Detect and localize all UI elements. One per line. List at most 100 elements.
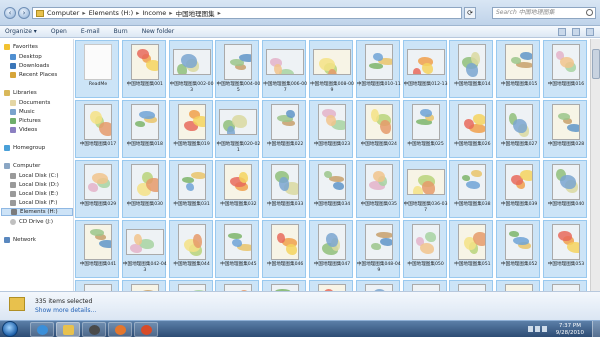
file-item[interactable]: [121, 280, 166, 291]
file-item[interactable]: 中国地理图集047: [309, 220, 353, 278]
file-item[interactable]: 中国地理图集017: [75, 100, 119, 158]
crumb-income[interactable]: Income: [142, 9, 166, 17]
refresh-button[interactable]: ⟳: [464, 7, 476, 19]
burn-button[interactable]: Burn: [114, 28, 128, 35]
tray-volume-icon[interactable]: [542, 326, 547, 332]
file-item[interactable]: 中国地理图集001: [121, 40, 166, 98]
file-item[interactable]: 中国地理图集032: [215, 160, 260, 218]
file-item[interactable]: 中国地理图集018: [121, 100, 166, 158]
file-item[interactable]: 中国地理图集012-13: [402, 40, 448, 98]
show-desktop-button[interactable]: [592, 321, 600, 337]
file-item[interactable]: 中国地理图集010-11: [355, 40, 401, 98]
taskbar-explorer[interactable]: [56, 322, 80, 337]
file-item[interactable]: [543, 280, 587, 291]
tray-flag-icon[interactable]: [528, 326, 533, 332]
file-item[interactable]: 中国地理图集002-003: [168, 40, 214, 98]
address-field[interactable]: Computer ▸ Elements (H:) ▸ Income ▸ 中国地理图集 ▸: [32, 7, 462, 19]
file-item[interactable]: 中国地理图集046: [262, 220, 307, 278]
search-input[interactable]: Search 中国地理图集: [492, 7, 596, 19]
file-item[interactable]: 中国地理图集030: [121, 160, 166, 218]
nav-disk-c[interactable]: Local Disk (C:): [10, 172, 59, 180]
nav-music[interactable]: Music: [10, 108, 35, 116]
file-item[interactable]: 中国地理图集027: [496, 100, 541, 158]
file-item[interactable]: [262, 280, 307, 291]
file-item[interactable]: 中国地理图集014: [449, 40, 494, 98]
view-options-icon[interactable]: [558, 28, 566, 36]
file-item[interactable]: [496, 280, 541, 291]
taskbar-firefox[interactable]: [108, 322, 132, 337]
file-item[interactable]: [168, 280, 213, 291]
nav-network[interactable]: Network: [4, 236, 36, 244]
file-item[interactable]: 中国地理图集053: [543, 220, 587, 278]
clock[interactable]: 7:37 PM 9/28/2010: [556, 323, 584, 336]
nav-computer[interactable]: Computer: [4, 162, 40, 170]
tray-network-icon[interactable]: [535, 326, 540, 332]
nav-recent[interactable]: Recent Places: [10, 71, 57, 79]
file-item[interactable]: 中国地理图集031: [168, 160, 213, 218]
nav-elements[interactable]: Elements (H:): [1, 208, 73, 216]
file-item[interactable]: 中国地理图集029: [75, 160, 119, 218]
nav-cd[interactable]: CD Drive (J:): [10, 218, 53, 226]
scrollbar-thumb[interactable]: [592, 49, 600, 79]
vertical-scrollbar[interactable]: [590, 39, 600, 291]
nav-downloads[interactable]: Downloads: [10, 62, 49, 70]
nav-libraries[interactable]: Libraries: [4, 89, 37, 97]
file-item[interactable]: 中国地理图集022: [262, 100, 307, 158]
show-more-details-link[interactable]: Show more details...: [35, 307, 96, 314]
crumb-atlas[interactable]: 中国地理图集: [176, 8, 215, 18]
file-readme[interactable]: ReadMe: [75, 40, 119, 98]
crumb-computer[interactable]: Computer: [47, 9, 79, 17]
help-icon[interactable]: [586, 28, 594, 36]
file-item[interactable]: 中国地理图集052: [496, 220, 541, 278]
nav-homegroup[interactable]: Homegroup: [4, 144, 45, 152]
file-item[interactable]: 中国地理图集050: [402, 220, 447, 278]
new-folder-button[interactable]: New folder: [142, 28, 174, 35]
nav-documents[interactable]: Documents: [10, 99, 50, 107]
file-item[interactable]: 中国地理图集015: [496, 40, 541, 98]
nav-favorites[interactable]: Favorites: [4, 43, 38, 51]
open-button[interactable]: Open: [51, 28, 67, 35]
nav-desktop[interactable]: Desktop: [10, 53, 42, 61]
file-item[interactable]: 中国地理图集008-009: [309, 40, 354, 98]
nav-pictures[interactable]: Pictures: [10, 117, 41, 125]
nav-videos[interactable]: Videos: [10, 126, 37, 134]
file-item[interactable]: 中国地理图集048-049: [355, 220, 401, 278]
file-item[interactable]: 中国地理图集042-043: [121, 220, 167, 278]
file-item[interactable]: 中国地理图集026: [449, 100, 494, 158]
file-item[interactable]: 中国地理图集041: [75, 220, 119, 278]
nav-disk-f[interactable]: Local Disk (F:): [10, 199, 57, 207]
file-item[interactable]: 中国地理图集023: [309, 100, 353, 158]
file-item[interactable]: [215, 280, 260, 291]
forward-button[interactable]: ›: [18, 7, 30, 19]
email-button[interactable]: E-mail: [81, 28, 100, 35]
file-item[interactable]: 中国地理图集024: [355, 100, 400, 158]
crumb-elements[interactable]: Elements (H:): [89, 9, 134, 17]
file-item[interactable]: 中国地理图集033: [262, 160, 307, 218]
file-item[interactable]: 中国地理图集051: [449, 220, 494, 278]
file-item[interactable]: 中国地理图集044: [168, 220, 213, 278]
file-item[interactable]: 中国地理图集006-007: [262, 40, 307, 98]
nav-disk-d[interactable]: Local Disk (D:): [10, 181, 59, 189]
file-item[interactable]: 中国地理图集034: [309, 160, 353, 218]
file-item[interactable]: 中国地理图集028: [543, 100, 587, 158]
file-item[interactable]: 中国地理图集045: [215, 220, 260, 278]
file-item[interactable]: 中国地理图集016: [543, 40, 587, 98]
taskbar-app[interactable]: [82, 322, 106, 337]
file-item[interactable]: [75, 280, 119, 291]
file-item[interactable]: 中国地理图集025: [402, 100, 447, 158]
organize-button[interactable]: Organize ▾: [5, 28, 37, 35]
preview-pane-icon[interactable]: [572, 28, 580, 36]
file-item[interactable]: 中国地理图集004-005: [215, 40, 260, 98]
file-item[interactable]: 中国地理图集040: [543, 160, 587, 218]
nav-disk-e[interactable]: Local Disk (E:): [10, 190, 58, 198]
start-button[interactable]: [2, 321, 18, 337]
file-item[interactable]: [449, 280, 494, 291]
file-item[interactable]: 中国地理图集035: [355, 160, 400, 218]
back-button[interactable]: ‹: [4, 7, 16, 19]
file-item[interactable]: 中国地理图集036-037: [402, 160, 448, 218]
file-item[interactable]: 中国地理图集019: [168, 100, 213, 158]
file-item[interactable]: 中国地理图集039: [496, 160, 541, 218]
file-item[interactable]: [402, 280, 447, 291]
taskbar-media[interactable]: [134, 322, 158, 337]
file-item[interactable]: [309, 280, 353, 291]
